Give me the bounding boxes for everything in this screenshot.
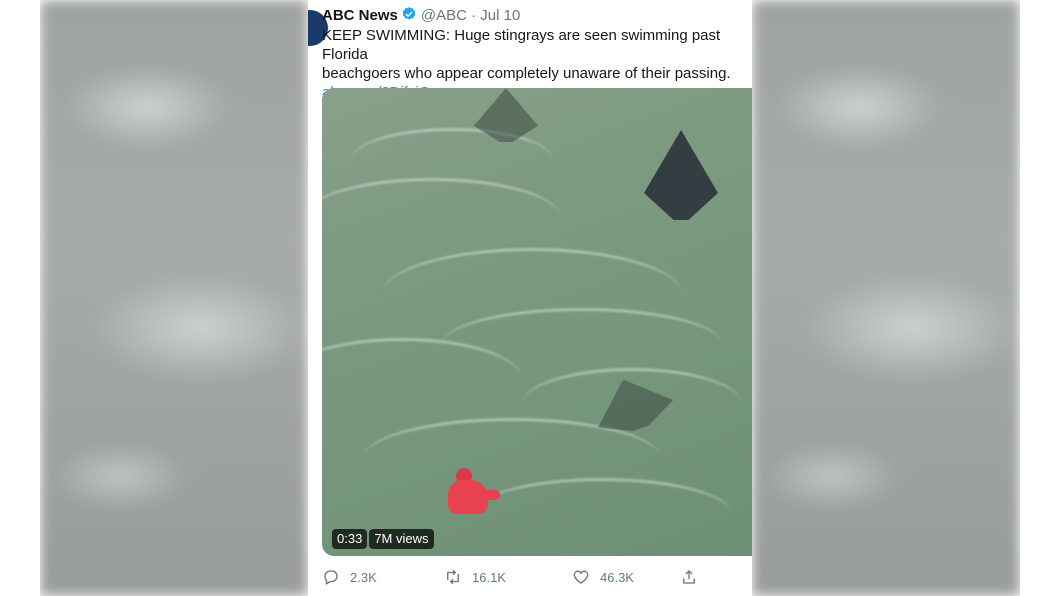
retweet-icon (447, 569, 459, 585)
tweet-text-line: KEEP SWIMMING: Huge stingrays are seen s… (322, 27, 721, 63)
stingray-shape (644, 130, 718, 220)
reply-count: 2.3K (350, 569, 377, 585)
like-count: 46.3K (600, 569, 634, 585)
video-info-badge: 0:33 7M views (332, 529, 434, 549)
swimmer-figure (438, 468, 500, 518)
author-name[interactable]: ABC News (322, 7, 398, 24)
blurred-background-left (40, 0, 308, 596)
share-button[interactable] (680, 568, 698, 586)
verified-icon (402, 7, 416, 20)
author-handle[interactable]: @ABC (421, 7, 467, 24)
like-button[interactable]: 46.3K (572, 568, 680, 586)
share-icon (683, 570, 695, 584)
like-icon (573, 570, 589, 584)
video-views: 7M views (369, 529, 434, 549)
tweet-header: ABC News @ABC · Jul 10 (322, 6, 520, 24)
tweet-text-line: beachgoers who appear completely unaware… (322, 65, 731, 82)
tweet-card: ABC News @ABC · Jul 10 KEEP SWIMMING: Hug… (308, 0, 752, 596)
page-margin-left (0, 0, 40, 596)
separator-dot: · (471, 7, 477, 24)
page-margin-right (1020, 0, 1060, 596)
reply-icon (324, 570, 338, 585)
video-duration: 0:33 (332, 529, 368, 549)
retweet-button[interactable]: 16.1K (444, 568, 572, 586)
tweet-date[interactable]: Jul 10 (480, 7, 520, 24)
video-player[interactable]: 0:33 7M views (322, 88, 752, 556)
blurred-background-right (752, 0, 1020, 596)
reply-button[interactable]: 2.3K (322, 568, 444, 586)
retweet-count: 16.1K (472, 569, 506, 585)
tweet-actions: 2.3K 16.1K 46.3K (322, 566, 742, 588)
water-ripple (472, 478, 732, 551)
